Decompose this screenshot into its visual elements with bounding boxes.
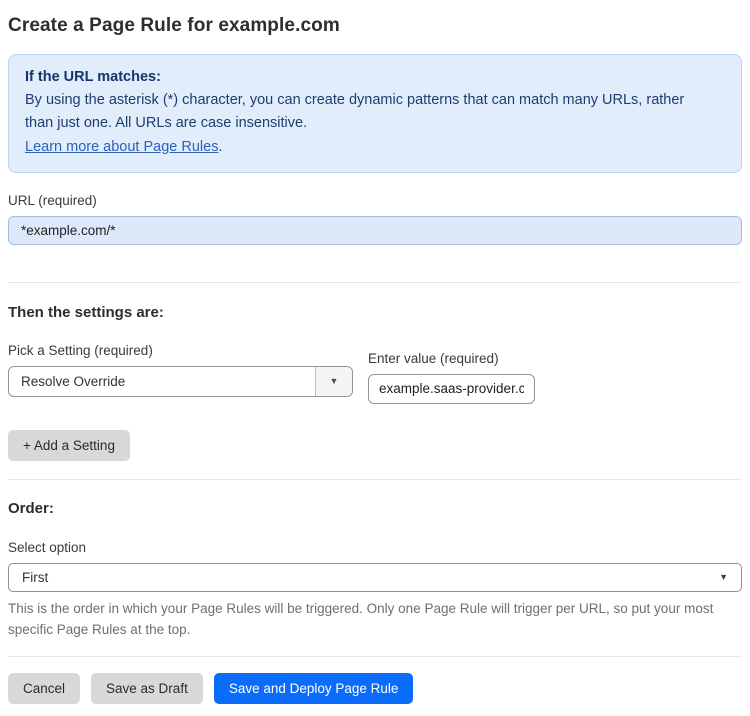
order-select-label: Select option — [8, 539, 87, 555]
order-help-text: This is the order in which your Page Rul… — [8, 600, 714, 637]
url-match-info-box: If the URL matches: By using the asteris… — [8, 54, 742, 173]
divider — [8, 478, 742, 480]
order-section-heading: Order: — [8, 499, 54, 517]
page-title: Create a Page Rule for example.com — [8, 15, 340, 36]
order-select[interactable]: First ▼ — [8, 562, 742, 592]
caret-down-icon: ▼ — [719, 572, 728, 583]
link-suffix: . — [218, 138, 223, 155]
add-setting-button[interactable]: + Add a Setting — [8, 429, 130, 461]
divider — [8, 655, 742, 657]
info-box-link-line: Learn more about Page Rules. — [25, 136, 725, 159]
info-box-heading: If the URL matches: — [25, 69, 161, 85]
save-as-draft-button[interactable]: Save as Draft — [91, 672, 203, 704]
learn-more-link[interactable]: Learn more about Page Rules — [25, 139, 218, 155]
setting-value-input[interactable] — [368, 373, 535, 404]
setting-column: Pick a Setting (required) Resolve Overri… — [8, 343, 353, 397]
save-and-deploy-button[interactable]: Save and Deploy Page Rule — [213, 672, 414, 704]
setting-select-label: Pick a Setting (required) — [8, 342, 153, 358]
caret-down-icon[interactable]: ▼ — [315, 366, 352, 396]
footer-actions: Cancel Save as Draft Save and Deploy Pag… — [8, 672, 742, 704]
url-input[interactable] — [8, 215, 742, 245]
info-box-body: By using the asterisk (*) character, you… — [25, 92, 685, 132]
setting-select[interactable]: Resolve Override ▼ — [8, 365, 353, 397]
settings-row: Pick a Setting (required) Resolve Overri… — [8, 343, 742, 404]
page-rule-form: Create a Page Rule for example.com If th… — [0, 0, 750, 716]
settings-section-heading: Then the settings are: — [8, 303, 164, 321]
setting-select-value: Resolve Override — [21, 373, 126, 389]
cancel-button[interactable]: Cancel — [8, 672, 81, 704]
value-field-label: Enter value (required) — [368, 350, 499, 366]
url-field-label: URL (required) — [8, 192, 97, 208]
divider — [8, 281, 742, 283]
value-column: Enter value (required) — [368, 351, 535, 404]
order-select-value: First — [22, 569, 49, 585]
